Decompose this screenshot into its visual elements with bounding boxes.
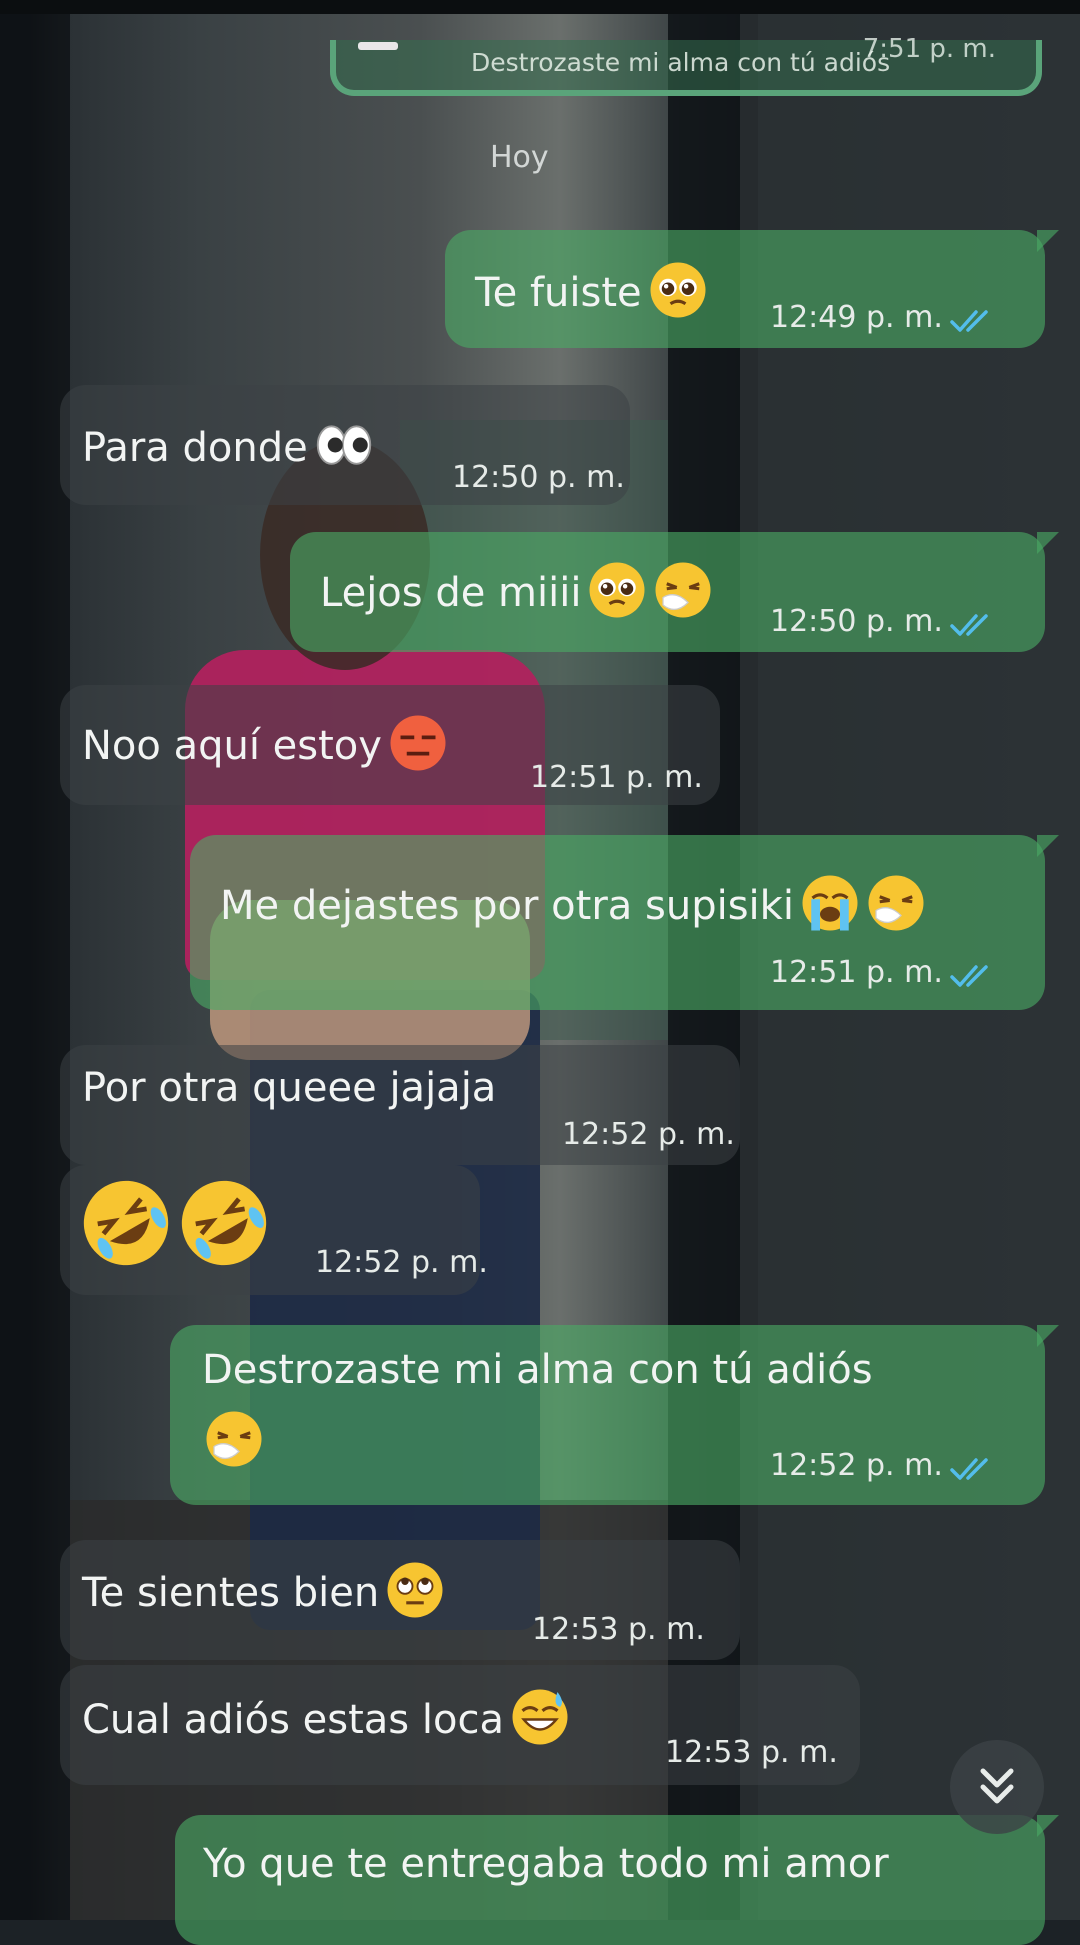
double-chevron-down-icon: [980, 1768, 1014, 1804]
message-bubble[interactable]: 12:52 p. m.: [60, 1165, 488, 1295]
message-time: 12:51 p. m.: [530, 760, 703, 795]
message-time: 12:50 p. m.: [452, 460, 625, 495]
pleading-face-icon: [587, 560, 647, 630]
message-text: Te fuiste: [475, 260, 708, 330]
message-time: 12:50 p. m.: [770, 604, 943, 639]
quote-bar: [358, 42, 398, 50]
quoted-message[interactable]: Destrozaste mi alma con tú adiós 7:51 p.…: [330, 34, 1042, 96]
message-bubble[interactable]: Noo aquí estoy 12:51 p. m.: [60, 685, 720, 805]
quote-text: Destrozaste mi alma con tú adiós: [471, 48, 891, 77]
message-bubble[interactable]: Te sientes bien 12:53 p. m.: [60, 1540, 740, 1660]
pleading-face-icon: [648, 260, 708, 330]
quote-time: 7:51 p. m.: [862, 34, 996, 64]
eyes-icon: [314, 415, 374, 485]
chat-overlay: Destrozaste mi alma con tú adiós 7:51 p.…: [0, 0, 1080, 1945]
rolling-laughing-face-icon: [178, 1177, 270, 1279]
scroll-to-bottom-button[interactable]: [950, 1740, 1044, 1834]
message-bubble[interactable]: Te fuiste 12:49 p. m.: [445, 230, 1059, 348]
message-time: 12:52 p. m.: [562, 1117, 735, 1152]
date-divider: Hoy: [490, 140, 549, 175]
read-receipt-icon: [950, 1448, 998, 1480]
message-text: Te sientes bien: [82, 1560, 445, 1630]
expressionless-face-icon: [388, 713, 448, 783]
message-bubble[interactable]: Por otra queee jajaja 12:52 p. m.: [60, 1045, 740, 1165]
message-text: Destrozaste mi alma con tú adiós: [202, 1347, 873, 1393]
message-text: [74, 1177, 270, 1279]
message-time: 12:53 p. m.: [665, 1735, 838, 1770]
message-text: Por otra queee jajaja: [82, 1065, 497, 1111]
message-time: 12:49 p. m.: [770, 300, 943, 335]
message-text: Lejos de miiii: [320, 560, 713, 630]
message-time: 12:52 p. m.: [770, 1448, 943, 1483]
message-text: Para donde: [82, 415, 374, 485]
message-time: 12:52 p. m.: [315, 1245, 488, 1280]
message-bubble[interactable]: Destrozaste mi alma con tú adiós 12:52 p…: [170, 1325, 1059, 1505]
read-receipt-icon: [950, 955, 998, 987]
message-time: 12:53 p. m.: [532, 1612, 705, 1647]
message-bubble[interactable]: Me dejastes por otra supisiki 12:51 p. m…: [190, 835, 1059, 1010]
crying-face-icon: [800, 873, 860, 943]
sweat-smile-face-icon: [510, 1687, 570, 1757]
message-time: 12:51 p. m.: [770, 955, 943, 990]
read-receipt-icon: [950, 604, 998, 636]
sneezing-face-icon: [204, 1409, 264, 1479]
sneezing-face-icon: [866, 873, 926, 943]
message-bubble[interactable]: Lejos de miiii 12:50 p. m.: [290, 532, 1059, 652]
message-bubble[interactable]: Yo que te entregaba todo mi amor: [175, 1815, 1059, 1945]
message-text: Cual adiós estas loca: [82, 1687, 570, 1757]
rolling-laughing-face-icon: [80, 1177, 172, 1279]
message-bubble[interactable]: Cual adiós estas loca 12:53 p. m.: [60, 1665, 860, 1785]
message-bubble[interactable]: Para donde 12:50 p. m.: [60, 385, 630, 505]
rolling-eyes-face-icon: [385, 1560, 445, 1630]
message-text: Me dejastes por otra supisiki: [220, 873, 926, 943]
sneezing-face-icon: [653, 560, 713, 630]
message-text: Noo aquí estoy: [82, 713, 448, 783]
read-receipt-icon: [950, 300, 998, 332]
message-text: Yo que te entregaba todo mi amor: [203, 1841, 889, 1887]
